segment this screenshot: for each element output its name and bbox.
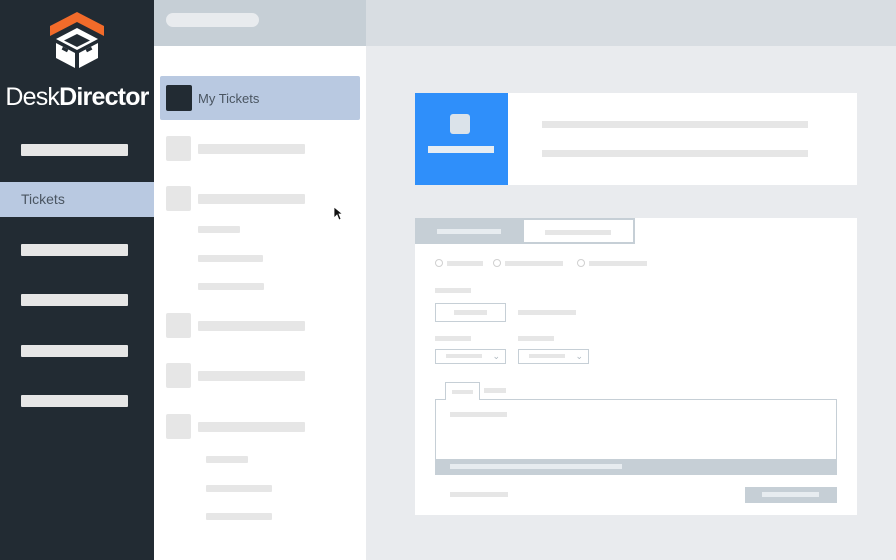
select-dropdown-1[interactable]: ⌄ bbox=[435, 349, 506, 364]
sidebar-item-5[interactable] bbox=[21, 345, 128, 357]
list-item-label: My Tickets bbox=[198, 91, 260, 106]
tab-active[interactable] bbox=[415, 218, 524, 244]
list-item[interactable] bbox=[198, 144, 305, 154]
sub-list-item[interactable] bbox=[198, 283, 264, 290]
sidebar-item-label: Tickets bbox=[21, 191, 65, 207]
search-input[interactable] bbox=[166, 13, 259, 27]
list-item-icon bbox=[166, 186, 191, 211]
editor-placeholder bbox=[450, 412, 507, 417]
brand-name-light: Desk bbox=[5, 83, 60, 111]
radio-label bbox=[447, 261, 483, 266]
radio-option-3[interactable] bbox=[577, 259, 585, 267]
list-item-icon bbox=[166, 414, 191, 439]
mouse-pointer-icon bbox=[333, 206, 343, 221]
sidebar-item-1[interactable] bbox=[21, 144, 128, 156]
sidebar-item-tickets[interactable]: Tickets bbox=[0, 182, 154, 217]
list-item[interactable] bbox=[198, 371, 305, 381]
ticket-form-card: ⌄ ⌄ bbox=[415, 218, 857, 515]
brand-name-bold: Director bbox=[59, 83, 149, 111]
list-item[interactable] bbox=[198, 194, 305, 204]
ticket-summary-card bbox=[415, 93, 857, 185]
chevron-down-icon: ⌄ bbox=[492, 351, 500, 361]
radio-label bbox=[589, 261, 647, 266]
field-button[interactable] bbox=[435, 303, 506, 322]
field-hint bbox=[518, 310, 576, 315]
tab-label bbox=[545, 230, 611, 235]
ticket-badge-icon bbox=[450, 114, 470, 134]
field-label bbox=[518, 336, 554, 341]
select-value bbox=[446, 354, 482, 358]
app-logo[interactable]: DeskDirector bbox=[0, 10, 154, 112]
ticket-summary-badge[interactable] bbox=[415, 93, 508, 185]
radio-option-2[interactable] bbox=[493, 259, 501, 267]
field-label bbox=[435, 336, 471, 341]
sub-list-item[interactable] bbox=[198, 255, 263, 262]
list-item-icon bbox=[166, 363, 191, 388]
tab-inactive[interactable] bbox=[524, 218, 635, 244]
ticket-badge-label bbox=[428, 146, 494, 153]
sub-list-item[interactable] bbox=[206, 456, 248, 463]
top-bar bbox=[366, 0, 896, 46]
list-item[interactable] bbox=[198, 422, 305, 432]
brand-name: DeskDirector bbox=[0, 82, 154, 112]
list-item-icon bbox=[166, 313, 191, 338]
sidebar-item-3[interactable] bbox=[21, 244, 128, 256]
submit-label bbox=[762, 492, 819, 497]
tab-label bbox=[437, 229, 501, 234]
editor-tab-active[interactable] bbox=[445, 382, 480, 400]
list-item-icon bbox=[166, 136, 191, 161]
summary-line bbox=[542, 121, 808, 128]
editor-tab-label bbox=[452, 390, 473, 394]
deskdirector-cube-icon bbox=[50, 12, 104, 68]
ticket-list-panel: My Tickets bbox=[154, 0, 366, 560]
panel-header bbox=[154, 0, 366, 46]
select-dropdown-2[interactable]: ⌄ bbox=[518, 349, 589, 364]
summary-line bbox=[542, 150, 808, 157]
button-label bbox=[454, 310, 487, 315]
sidebar-item-6[interactable] bbox=[21, 395, 128, 407]
chevron-down-icon: ⌄ bbox=[575, 351, 583, 361]
list-item[interactable] bbox=[198, 321, 305, 331]
submit-button[interactable] bbox=[745, 487, 837, 503]
my-tickets-icon bbox=[166, 85, 192, 111]
sub-list-item[interactable] bbox=[206, 513, 272, 520]
radio-option-1[interactable] bbox=[435, 259, 443, 267]
editor-toolbar bbox=[435, 459, 837, 475]
select-value bbox=[529, 354, 565, 358]
radio-label bbox=[505, 261, 563, 266]
attachment-bar[interactable] bbox=[450, 464, 622, 469]
main-sidebar: DeskDirector Tickets bbox=[0, 0, 154, 560]
editor-tab-inactive[interactable] bbox=[484, 388, 506, 393]
sidebar-item-4[interactable] bbox=[21, 294, 128, 306]
footer-hint bbox=[450, 492, 508, 497]
sub-list-item[interactable] bbox=[206, 485, 272, 492]
field-label bbox=[435, 288, 471, 293]
list-item-my-tickets[interactable]: My Tickets bbox=[160, 76, 360, 120]
sub-list-item[interactable] bbox=[198, 226, 240, 233]
